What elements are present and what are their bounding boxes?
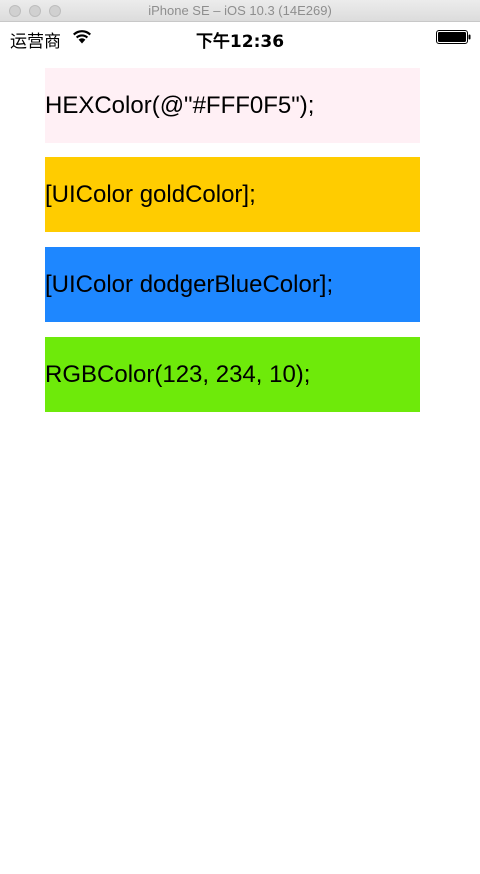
- gold-color-label: [UIColor goldColor];: [45, 157, 420, 232]
- battery-icon: [436, 30, 471, 44]
- window-title: iPhone SE – iOS 10.3 (14E269): [148, 3, 332, 18]
- rgb-color-label: RGBColor(123, 234, 10);: [45, 337, 420, 412]
- simulator-window: iPhone SE – iOS 10.3 (14E269) 运营商 下午12:3…: [0, 0, 480, 874]
- status-time: 下午12:36: [195, 32, 285, 52]
- dodger-blue-color-label: [UIColor dodgerBlueColor];: [45, 247, 420, 322]
- window-title-bar: iPhone SE – iOS 10.3 (14E269): [0, 0, 480, 22]
- hex-color-label: HEXColor(@"#FFF0F5");: [45, 68, 420, 143]
- ios-status-bar: 运营商 下午12:36: [0, 22, 480, 52]
